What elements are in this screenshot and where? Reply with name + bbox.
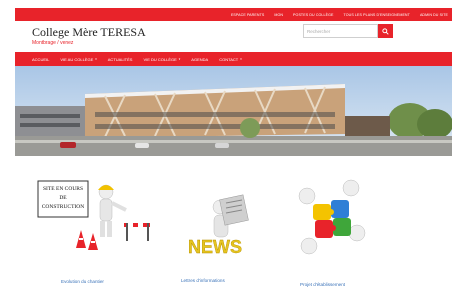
main-nav: ACCUEIL VIE AU COLLÈGE ▾ ACTUALITÉS VIE D…: [15, 52, 452, 66]
nav-item-agenda[interactable]: AGENDA: [191, 57, 208, 62]
puzzle-illustration: [298, 179, 366, 255]
feature-construction[interactable]: SITE EN COURS DE CONSTRUCTION Evolution …: [36, 178, 156, 288]
news-word: NEWS: [188, 237, 242, 257]
site-tagline: Montbrage / venez: [32, 40, 74, 46]
top-link-admin[interactable]: ADMIN DU SITE: [420, 13, 448, 17]
nav-item-vie-au-college[interactable]: VIE AU COLLÈGE ▾: [60, 57, 96, 62]
site-title[interactable]: College Mère TERESA: [32, 25, 146, 40]
search-icon: [382, 27, 389, 35]
feature-label-projet[interactable]: Projet d'établissement: [300, 282, 345, 287]
nav-item-vie-du-college[interactable]: VIE DU COLLÈGE ▾: [143, 57, 180, 62]
search-button[interactable]: [378, 24, 393, 38]
top-link-plans[interactable]: TOUS LES PLANS D'ENSEIGNEMENT: [344, 13, 410, 17]
nav-item-accueil[interactable]: ACCUEIL: [32, 57, 49, 62]
nav-item-contact[interactable]: CONTACT ▾: [219, 57, 242, 62]
page: ESPACE PARENTS MON POSTES DU COLLÈGE TOU…: [0, 0, 452, 289]
news-illustration: NEWS: [188, 194, 249, 257]
top-utility-bar: ESPACE PARENTS MON POSTES DU COLLÈGE TOU…: [15, 8, 452, 21]
construction-illustration: SITE EN COURS DE CONSTRUCTION: [37, 180, 150, 250]
construction-sign-line2: DE: [59, 195, 67, 201]
feature-label-lettres[interactable]: Lettres d'informations: [181, 278, 225, 283]
feature-projet[interactable]: Projet d'établissement: [280, 178, 390, 289]
chevron-down-icon: ▾: [95, 57, 97, 61]
construction-sign-line3: CONSTRUCTION: [42, 204, 85, 210]
chevron-down-icon: ▾: [178, 57, 181, 61]
search-input[interactable]: [303, 24, 378, 38]
hero-banner-image: [15, 66, 452, 156]
construction-sign-line1: SITE EN COURS: [43, 186, 83, 192]
feature-label-chantier[interactable]: Evolution du chantier: [61, 279, 104, 284]
top-link-mon[interactable]: MON: [274, 13, 283, 17]
feature-newsletter[interactable]: NEWS Lettres d'informations: [160, 185, 270, 285]
top-link-parents[interactable]: ESPACE PARENTS: [231, 13, 264, 17]
nav-item-actualites[interactable]: ACTUALITÉS: [108, 57, 133, 62]
chevron-down-icon: ▾: [240, 57, 242, 61]
top-link-postes[interactable]: POSTES DU COLLÈGE: [293, 13, 333, 17]
